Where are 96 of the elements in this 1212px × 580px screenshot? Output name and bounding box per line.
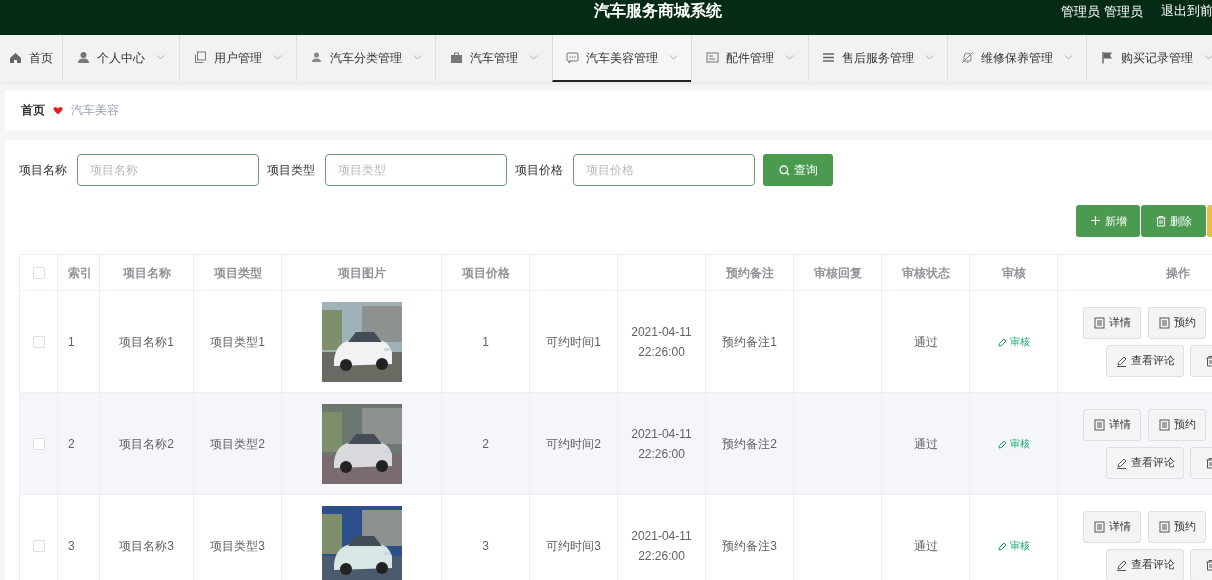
app-title: 汽车服务商城系统 [594, 1, 722, 21]
table-cell-text: 项目名称3 [119, 537, 174, 555]
heart-icon [53, 105, 63, 115]
field-label: 项目价格 [515, 162, 563, 179]
table-cell-text: 预约备注3 [722, 537, 777, 555]
search-field[interactable]: 项目名称 [77, 154, 259, 186]
pencil-icon [1115, 456, 1127, 469]
table-cell-text: 可约时间1 [546, 333, 601, 351]
table-cell-text: 预约备注1 [722, 333, 777, 351]
home-icon [9, 51, 22, 64]
comments-button[interactable]: 查看评论 [1106, 548, 1184, 580]
nav-tab[interactable]: 购买记录管理 [1086, 35, 1212, 82]
column-header: 审核状态 [901, 264, 950, 282]
user-name: 管理员 管理员 [1061, 3, 1143, 21]
table-cell-text: 通过 [913, 537, 938, 555]
table-cell-text: 项目名称2 [119, 435, 174, 453]
search-field[interactable]: 项目价格 [573, 154, 755, 186]
book-button[interactable]: 预约 [1148, 306, 1206, 339]
document-icon [1158, 316, 1170, 329]
column-header: 项目价格 [461, 264, 510, 282]
table-cell-text: 3 [482, 537, 489, 555]
document-icon [1093, 418, 1105, 431]
nav-tab[interactable]: 汽车美容管理 [552, 35, 691, 82]
nav-tab[interactable]: 售后服务管理 [808, 35, 947, 82]
copy-icon [194, 51, 207, 64]
pencil-icon [997, 540, 1007, 551]
list-icon [822, 51, 835, 64]
table-cell-text: 通过 [913, 435, 938, 453]
comments-button[interactable]: 查看评论 [1106, 446, 1184, 479]
nav-tab[interactable]: 配件管理 [691, 35, 808, 82]
document-icon [1158, 520, 1170, 533]
table-cell-text: 2 [482, 435, 489, 453]
table-cell-text: 项目类型2 [210, 435, 265, 453]
user-icon [310, 51, 323, 64]
book-button[interactable]: 预约 [1148, 510, 1206, 543]
bell-off-icon [961, 51, 974, 64]
detail-button[interactable]: 详情 [1083, 408, 1141, 441]
table-cell-text: 1 [68, 333, 75, 351]
field-label: 项目名称 [19, 162, 67, 179]
breadcrumb-item[interactable]: 首页 [21, 101, 45, 119]
comments-button[interactable]: 查看评论 [1106, 344, 1184, 377]
nav-tab[interactable]: 汽车分类管理 [296, 35, 435, 82]
pencil-icon [997, 336, 1007, 347]
column-header: 审核回复 [813, 264, 862, 282]
detail-button[interactable]: 详情 [1083, 510, 1141, 543]
table-cell-text: 2021-04-11 22:26:00 [630, 527, 693, 565]
table-cell-text: 可约时间3 [546, 537, 601, 555]
card-icon [706, 51, 719, 64]
column-header: 项目名称 [122, 264, 171, 282]
checkbox[interactable] [32, 437, 45, 450]
briefcase-icon [450, 51, 463, 64]
pencil-icon [1115, 558, 1127, 571]
checkbox[interactable] [32, 335, 45, 348]
column-header: 项目图片 [337, 264, 386, 282]
flag-icon [1100, 51, 1114, 64]
table-cell-text: 项目类型3 [210, 537, 265, 555]
column-header: 索引 [68, 264, 92, 282]
column-header: 审核 [1001, 264, 1026, 282]
checkbox[interactable] [32, 539, 45, 552]
document-icon [1158, 418, 1170, 431]
table-cell-text: 3 [68, 537, 75, 555]
table-cell-text: 1 [482, 333, 489, 351]
checkbox[interactable] [32, 266, 45, 279]
table-cell-text: 项目名称1 [119, 333, 174, 351]
table-cell-text: 可约时间2 [546, 435, 601, 453]
pencil-icon [1115, 354, 1127, 367]
nav-tab[interactable]: 个人中心 [62, 35, 179, 82]
table-cell-text: 2021-04-11 22:26:00 [630, 425, 693, 463]
user-icon [77, 51, 90, 64]
field-label: 项目类型 [267, 162, 315, 179]
search-field[interactable]: 项目类型 [325, 154, 507, 186]
logout-link[interactable]: 退出到前 [1161, 2, 1212, 21]
nav-tab[interactable]: 维修保养管理 [947, 35, 1086, 82]
table-cell-text: 项目类型1 [210, 333, 265, 351]
pencil-icon [997, 438, 1007, 449]
column-header: 预约备注 [725, 264, 774, 282]
breadcrumb-item: 汽车美容 [71, 102, 119, 119]
table-cell-text: 2 [68, 435, 75, 453]
table-cell-text: 2021-04-11 22:26:00 [630, 323, 693, 361]
plus-icon [1089, 215, 1101, 227]
detail-button[interactable]: 详情 [1083, 306, 1141, 339]
chat-icon [566, 51, 579, 64]
document-icon [1093, 520, 1105, 533]
trash-icon [1204, 456, 1212, 469]
nav-tab[interactable]: 首页 [0, 35, 62, 82]
table-cell-text: 预约备注2 [722, 435, 777, 453]
trash-icon [1204, 558, 1212, 571]
nav-tab[interactable]: 用户管理 [179, 35, 296, 82]
trash-icon [1204, 354, 1212, 367]
trash-icon [1155, 215, 1166, 227]
book-button[interactable]: 预约 [1148, 408, 1206, 441]
search-icon [778, 164, 790, 176]
column-header: 项目类型 [213, 264, 262, 282]
document-icon [1093, 316, 1105, 329]
table-cell-text: 通过 [913, 333, 938, 351]
column-header: 操作 [1165, 264, 1190, 282]
